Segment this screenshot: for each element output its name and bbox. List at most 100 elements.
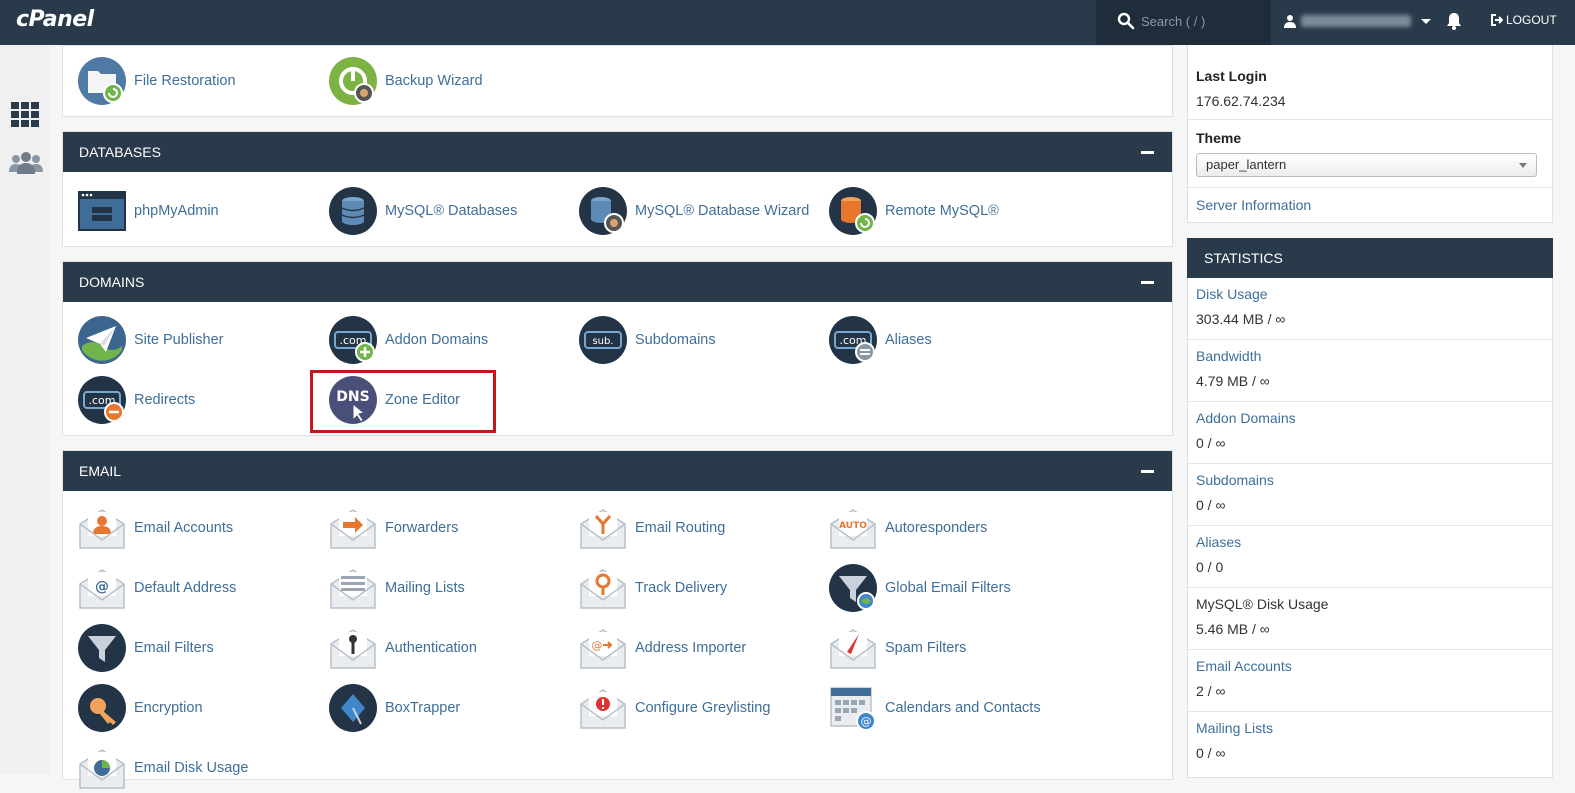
authentication-link[interactable]: Authentication (329, 623, 477, 673)
domains-panel-header[interactable]: DOMAINS (63, 262, 1172, 302)
remote-mysql-link[interactable]: Remote MySQL® (829, 186, 999, 236)
global-email-filters-label: Global Email Filters (885, 580, 1011, 596)
user-menu[interactable] (1283, 10, 1431, 32)
default-address-icon: @ (79, 569, 125, 609)
server-information-link[interactable]: Server Information (1196, 197, 1311, 213)
encryption-link[interactable]: Encryption (78, 683, 203, 733)
stat-label: MySQL® Disk Usage (1196, 596, 1329, 612)
users-icon[interactable] (8, 152, 44, 174)
collapse-icon[interactable] (1141, 281, 1154, 284)
configure-greylisting-label: Configure Greylisting (635, 700, 771, 716)
addon-domains-label: Addon Domains (385, 332, 489, 348)
mailing-lists-link[interactable]: Mailing Lists (329, 563, 465, 613)
collapse-icon[interactable] (1141, 151, 1154, 154)
email-accounts-link[interactable]: Email Accounts (78, 503, 233, 553)
stat-value: 0 / ∞ (1196, 497, 1226, 513)
svg-text:@: @ (95, 579, 109, 595)
logout-icon (1491, 14, 1503, 26)
email-disk-usage-link[interactable]: Email Disk Usage (78, 743, 248, 793)
stat-value: 5.46 MB / ∞ (1196, 621, 1270, 637)
stat-label[interactable]: Aliases (1196, 534, 1241, 550)
top-navbar: cPanel LOGOUT (0, 0, 1575, 45)
divider (1188, 119, 1552, 120)
stat-label[interactable]: Email Accounts (1196, 658, 1292, 674)
stat-label[interactable]: Bandwidth (1196, 348, 1261, 364)
backup-wizard-link[interactable]: Backup Wizard (329, 56, 483, 106)
default-address-link[interactable]: @ Default Address (78, 563, 236, 613)
calendars-and-contacts-label: Calendars and Contacts (885, 700, 1041, 716)
svg-text:sub.: sub. (592, 336, 613, 347)
redirects-link[interactable]: .com Redirects (78, 375, 195, 425)
user-icon (1284, 15, 1296, 28)
username-blurred (1301, 15, 1411, 27)
addon-domains-icon: .com (329, 316, 377, 364)
svg-text:@: @ (861, 715, 872, 728)
email-routing-label: Email Routing (635, 520, 726, 536)
authentication-icon (330, 629, 376, 669)
cpanel-logo[interactable]: cPanel (16, 7, 94, 32)
address-importer-link[interactable]: @ Address Importer (579, 623, 746, 673)
phpmyadmin-link[interactable]: phpMyAdmin (78, 186, 219, 236)
domains-panel: DOMAINS Site Publisher .com Addon Domain… (62, 261, 1173, 436)
file-restoration-link[interactable]: File Restoration (78, 56, 236, 106)
site-publisher-link[interactable]: Site Publisher (78, 315, 223, 365)
configure-greylisting-link[interactable]: Configure Greylisting (579, 683, 770, 733)
spam-filters-link[interactable]: Spam Filters (829, 623, 966, 673)
phpmyadmin-icon (78, 191, 126, 231)
backup-wizard-label: Backup Wizard (385, 73, 483, 89)
mysql-wizard-link[interactable]: MySQL® Database Wizard (579, 186, 809, 236)
apps-grid-icon[interactable] (11, 102, 39, 128)
theme-label: Theme (1196, 130, 1242, 146)
aliases-label: Aliases (885, 332, 932, 348)
email-filters-label: Email Filters (134, 640, 214, 656)
theme-select-value: paper_lantern (1206, 157, 1287, 172)
email-filters-link[interactable]: Email Filters (78, 623, 214, 673)
addon-domains-link[interactable]: .com Addon Domains (329, 315, 488, 365)
search-input[interactable] (1141, 11, 1266, 31)
logout-label: LOGOUT (1506, 13, 1557, 27)
stat-label[interactable]: Disk Usage (1196, 286, 1268, 302)
boxtrapper-icon (329, 684, 377, 732)
file-restoration-label: File Restoration (134, 73, 236, 89)
spam-filters-label: Spam Filters (885, 640, 967, 656)
email-routing-link[interactable]: Email Routing (579, 503, 725, 553)
svg-text:@: @ (592, 639, 603, 652)
search-icon (1117, 12, 1135, 30)
divider (1188, 401, 1552, 402)
notifications-bell-icon[interactable] (1445, 11, 1463, 31)
stat-label[interactable]: Subdomains (1196, 472, 1274, 488)
track-delivery-link[interactable]: Track Delivery (579, 563, 727, 613)
global-email-filters-link[interactable]: Global Email Filters (829, 563, 1011, 613)
aliases-link[interactable]: .com Aliases (829, 315, 932, 365)
divider (1188, 463, 1552, 464)
chevron-down-icon (1519, 163, 1527, 168)
databases-panel-header[interactable]: DATABASES (63, 132, 1172, 172)
calendars-and-contacts-link[interactable]: @ Calendars and Contacts (829, 683, 1041, 733)
site-publisher-label: Site Publisher (134, 332, 224, 348)
file-restoration-icon (78, 57, 126, 105)
mysql-databases-link[interactable]: MySQL® Databases (329, 186, 517, 236)
databases-title: DATABASES (79, 144, 161, 160)
stat-label[interactable]: Addon Domains (1196, 410, 1296, 426)
autoresponders-icon: AUTO (830, 509, 876, 549)
boxtrapper-link[interactable]: BoxTrapper (329, 683, 460, 733)
stat-value: 0 / ∞ (1196, 435, 1226, 451)
forwarders-icon (330, 509, 376, 549)
stat-value: 303.44 MB / ∞ (1196, 311, 1286, 327)
autoresponders-label: Autoresponders (885, 520, 988, 536)
stat-label[interactable]: Mailing Lists (1196, 720, 1273, 736)
svg-text:AUTO: AUTO (839, 521, 867, 531)
collapse-icon[interactable] (1141, 470, 1154, 473)
backup-wizard-icon (329, 57, 377, 105)
forwarders-link[interactable]: Forwarders (329, 503, 458, 553)
theme-select[interactable]: paper_lantern (1196, 153, 1537, 177)
autoresponders-link[interactable]: AUTO Autoresponders (829, 503, 987, 553)
logout-button[interactable]: LOGOUT (1490, 13, 1557, 27)
email-title: EMAIL (79, 463, 122, 479)
stat-value: 0 / 0 (1196, 559, 1224, 575)
divider (1188, 525, 1552, 526)
mysql-databases-label: MySQL® Databases (385, 203, 518, 219)
redirects-icon: .com (78, 376, 126, 424)
email-panel-header[interactable]: EMAIL (63, 451, 1172, 491)
subdomains-link[interactable]: sub. Subdomains (579, 315, 716, 365)
